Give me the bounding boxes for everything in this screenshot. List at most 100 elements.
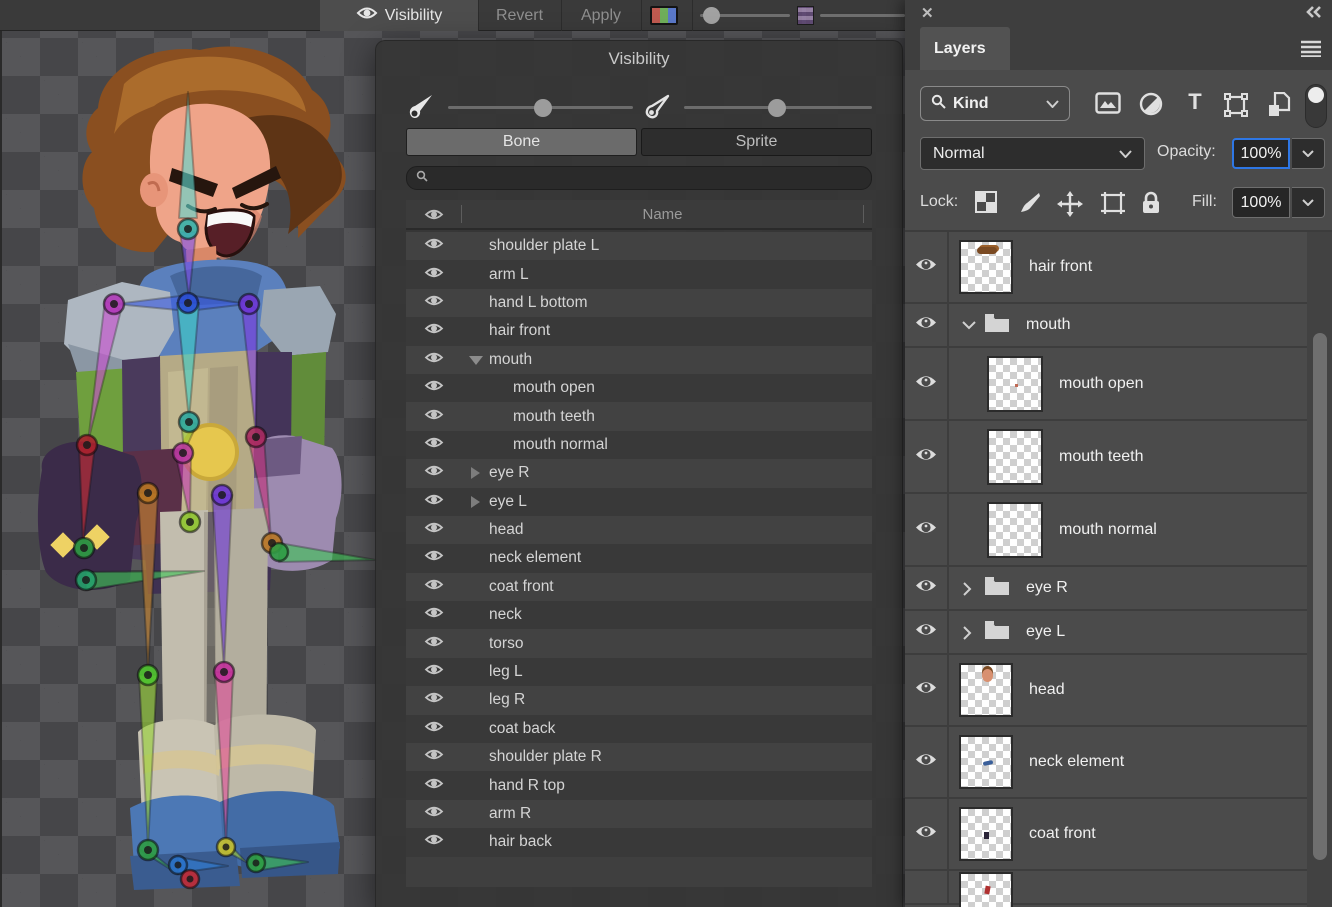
revert-button[interactable]: Revert — [479, 0, 560, 31]
layer-thumbnail[interactable] — [959, 663, 1013, 717]
layer-thumbnail[interactable] — [959, 735, 1013, 789]
visibility-row[interactable]: mouth — [406, 346, 872, 374]
lock-position-icon[interactable] — [1057, 191, 1083, 222]
row-visibility-toggle[interactable] — [406, 634, 461, 654]
filter-toggle-pill[interactable] — [1305, 84, 1327, 128]
layer-thumbnail[interactable] — [959, 872, 1013, 907]
layer-visibility-toggle[interactable] — [905, 232, 949, 302]
scrollbar-track[interactable] — [1307, 232, 1332, 907]
kind-filter-dropdown[interactable]: Kind — [920, 86, 1070, 121]
group-collapsed-chevron[interactable] — [961, 581, 975, 595]
layer-row[interactable]: mouth normal — [905, 494, 1307, 567]
sprite-thumbnail-knob[interactable] — [797, 6, 814, 25]
bone-opacity-knob[interactable] — [534, 99, 552, 117]
blend-mode-select[interactable]: Normal — [920, 137, 1145, 170]
layer-thumbnail[interactable] — [987, 429, 1043, 485]
layer-thumbnail[interactable] — [987, 502, 1043, 558]
row-visibility-toggle[interactable] — [406, 236, 461, 256]
layer-group-row[interactable]: eye R — [905, 567, 1307, 611]
row-visibility-toggle[interactable] — [406, 378, 461, 398]
expander-collapsed-icon[interactable] — [467, 494, 489, 510]
collapse-double-chevron-icon[interactable] — [1304, 4, 1324, 25]
visibility-row[interactable]: arm L — [406, 260, 872, 288]
layer-thumbnail[interactable] — [959, 807, 1013, 861]
row-visibility-toggle[interactable] — [406, 435, 461, 455]
layer-row[interactable]: mouth open — [905, 348, 1307, 421]
layer-row[interactable] — [905, 871, 1307, 905]
panel-menu-icon[interactable] — [1300, 39, 1322, 62]
scrollbar-thumb[interactable] — [1313, 333, 1327, 860]
row-visibility-toggle[interactable] — [406, 321, 461, 341]
layer-visibility-toggle[interactable] — [905, 304, 949, 346]
row-visibility-toggle[interactable] — [406, 577, 461, 597]
visibility-row[interactable]: hair front — [406, 317, 872, 345]
row-visibility-toggle[interactable] — [406, 463, 461, 483]
visibility-row[interactable]: hand R top — [406, 771, 872, 799]
row-visibility-toggle[interactable] — [406, 776, 461, 796]
shape-layer-filter-icon[interactable] — [1223, 92, 1249, 123]
expander-collapsed-icon[interactable] — [467, 465, 489, 481]
row-visibility-toggle[interactable] — [406, 350, 461, 370]
layer-visibility-toggle[interactable] — [905, 799, 949, 869]
tab-bone[interactable]: Bone — [406, 128, 637, 156]
lock-image-pixels-icon[interactable] — [1018, 191, 1042, 220]
type-layer-filter-icon[interactable]: T — [1184, 91, 1206, 118]
group-expanded-chevron[interactable] — [961, 318, 975, 332]
layer-visibility-toggle[interactable] — [905, 421, 949, 492]
layer-row[interactable]: hair front — [905, 232, 1307, 304]
color-swatch-icon[interactable] — [650, 6, 678, 25]
row-visibility-toggle[interactable] — [406, 548, 461, 568]
visibility-row[interactable]: mouth open — [406, 374, 872, 402]
row-visibility-toggle[interactable] — [406, 293, 461, 313]
visibility-row[interactable]: shoulder plate L — [406, 232, 872, 260]
apply-button[interactable]: Apply — [562, 0, 640, 31]
visibility-row[interactable]: neck — [406, 601, 872, 629]
visibility-row[interactable]: hair back — [406, 828, 872, 856]
lock-transparent-pixels-icon[interactable] — [975, 191, 997, 218]
row-visibility-toggle[interactable] — [406, 719, 461, 739]
layer-visibility-toggle[interactable] — [905, 871, 949, 903]
expander-expanded-icon[interactable] — [467, 352, 489, 368]
fill-dropdown-chevron[interactable] — [1292, 187, 1325, 218]
row-visibility-toggle[interactable] — [406, 690, 461, 710]
search-input[interactable] — [434, 170, 854, 187]
visibility-row[interactable]: coat front — [406, 573, 872, 601]
visibility-row[interactable]: coat back — [406, 715, 872, 743]
layer-thumbnail[interactable] — [959, 240, 1013, 294]
layer-visibility-toggle[interactable] — [905, 567, 949, 609]
fill-field[interactable]: 100% — [1232, 187, 1290, 218]
opacity-dropdown-chevron[interactable] — [1292, 138, 1325, 169]
row-visibility-toggle[interactable] — [406, 747, 461, 767]
visibility-row[interactable]: neck element — [406, 544, 872, 572]
visibility-toggle-button[interactable]: Visibility — [320, 0, 478, 31]
bone-opacity-slider-knob[interactable] — [703, 7, 720, 24]
visibility-row[interactable]: leg R — [406, 686, 872, 714]
pixel-layer-filter-icon[interactable] — [1095, 92, 1121, 119]
row-visibility-toggle[interactable] — [406, 804, 461, 824]
search-box[interactable] — [406, 166, 872, 190]
adjustment-layer-filter-icon[interactable] — [1139, 92, 1163, 121]
row-visibility-toggle[interactable] — [406, 605, 461, 625]
layer-group-row[interactable]: eye L — [905, 611, 1307, 655]
visibility-row[interactable]: head — [406, 516, 872, 544]
row-visibility-toggle[interactable] — [406, 407, 461, 427]
group-collapsed-chevron[interactable] — [961, 625, 975, 639]
lock-artboard-icon[interactable] — [1100, 191, 1126, 220]
layer-thumbnail[interactable] — [987, 356, 1043, 412]
smart-object-filter-icon[interactable] — [1267, 92, 1291, 123]
row-visibility-toggle[interactable] — [406, 265, 461, 285]
layer-row[interactable]: head — [905, 655, 1307, 727]
visibility-row[interactable]: eye L — [406, 488, 872, 516]
sprite-opacity-knob[interactable] — [768, 99, 786, 117]
visibility-row[interactable]: torso — [406, 629, 872, 657]
visibility-row[interactable]: hand L bottom — [406, 289, 872, 317]
visibility-row[interactable]: eye R — [406, 459, 872, 487]
visibility-row[interactable]: mouth teeth — [406, 402, 872, 430]
visibility-row[interactable]: shoulder plate R — [406, 743, 872, 771]
layer-row[interactable]: coat front — [905, 799, 1307, 871]
row-visibility-toggle[interactable] — [406, 492, 461, 512]
close-icon[interactable]: ✕ — [921, 4, 934, 22]
layer-visibility-toggle[interactable] — [905, 655, 949, 725]
layer-row[interactable]: neck element — [905, 727, 1307, 799]
visibility-row[interactable]: leg L — [406, 658, 872, 686]
